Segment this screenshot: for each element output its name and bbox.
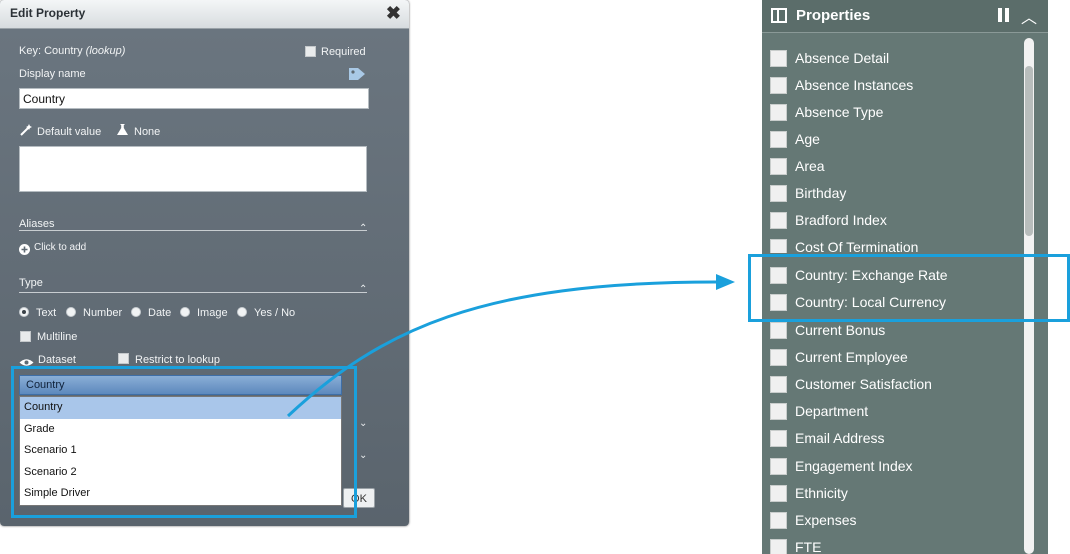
property-item[interactable]: Cost Of Termination: [770, 234, 1020, 253]
property-label: Absence Type: [795, 104, 884, 120]
property-checkbox[interactable]: [770, 50, 787, 67]
property-checkbox[interactable]: [770, 131, 787, 148]
property-item[interactable]: Engagement Index: [770, 453, 1020, 480]
property-item[interactable]: Bradford Index: [770, 207, 1020, 234]
property-checkbox[interactable]: [770, 77, 787, 94]
property-item[interactable]: Absence Type: [770, 99, 1020, 126]
property-checkbox[interactable]: [770, 458, 787, 475]
property-item[interactable]: Ethnicity: [770, 480, 1020, 507]
property-checkbox[interactable]: [770, 376, 787, 393]
property-label: FTE: [795, 539, 822, 554]
scrollbar-thumb[interactable]: [1025, 66, 1033, 236]
property-label: Area: [795, 158, 825, 174]
property-item[interactable]: Absence Instances: [770, 72, 1020, 99]
property-item[interactable]: Department: [770, 398, 1020, 425]
pause-icon[interactable]: [998, 8, 1010, 22]
property-checkbox[interactable]: [770, 539, 787, 554]
property-item[interactable]: FTE: [770, 534, 1020, 554]
property-item[interactable]: Current Employee: [770, 344, 1020, 371]
property-label: Department: [795, 403, 869, 419]
chevron-up-icon[interactable]: ︿: [1021, 4, 1037, 28]
property-label: Bradford Index: [795, 212, 887, 228]
properties-highlight-box: [748, 254, 1070, 322]
properties-title: Properties: [796, 7, 871, 24]
panel-layout-icon: [771, 8, 787, 23]
property-checkbox[interactable]: [770, 104, 787, 121]
property-item[interactable]: Age: [770, 126, 1020, 153]
property-item[interactable]: Birthday: [770, 180, 1020, 207]
property-label: Birthday: [795, 185, 847, 201]
property-item[interactable]: Area: [770, 153, 1020, 180]
property-label: Absence Instances: [795, 77, 914, 93]
property-checkbox[interactable]: [770, 485, 787, 502]
property-checkbox[interactable]: [770, 212, 787, 229]
property-label: Expenses: [795, 512, 857, 528]
property-label: Ethnicity: [795, 485, 848, 501]
property-item[interactable]: Email Address: [770, 425, 1020, 452]
property-label: Current Bonus: [795, 322, 886, 338]
property-label: Customer Satisfaction: [795, 376, 932, 392]
property-label: Cost Of Termination: [795, 239, 919, 253]
property-label: Engagement Index: [795, 458, 913, 474]
property-checkbox[interactable]: [770, 239, 787, 253]
property-checkbox[interactable]: [770, 403, 787, 420]
property-label: Current Employee: [795, 349, 908, 365]
property-item[interactable]: Customer Satisfaction: [770, 371, 1020, 398]
property-item[interactable]: Absence Detail: [770, 45, 1020, 72]
property-checkbox[interactable]: [770, 512, 787, 529]
property-item[interactable]: Expenses: [770, 507, 1020, 534]
property-label: Absence Detail: [795, 50, 890, 66]
properties-header: Properties ︿: [762, 0, 1048, 33]
property-checkbox[interactable]: [770, 185, 787, 202]
property-label: Email Address: [795, 430, 885, 446]
property-checkbox[interactable]: [770, 430, 787, 447]
property-checkbox[interactable]: [770, 158, 787, 175]
property-checkbox[interactable]: [770, 322, 787, 339]
property-checkbox[interactable]: [770, 349, 787, 366]
property-label: Age: [795, 131, 820, 147]
